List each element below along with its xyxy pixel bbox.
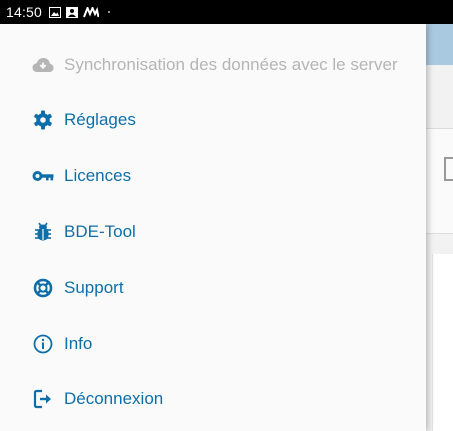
logout-icon (32, 388, 54, 410)
menu-item-label: BDE-Tool (64, 222, 136, 241)
dot-icon (108, 11, 111, 13)
lifebuoy-icon (32, 277, 54, 299)
menu-item-label: Déconnexion (64, 389, 164, 408)
menu-item-label: Réglages (64, 110, 136, 129)
key-icon (32, 165, 54, 187)
app-logo-icon (83, 6, 100, 18)
menu-item-bde-tool[interactable]: BDE-Tool (0, 208, 426, 256)
gear-icon (32, 109, 54, 131)
menu-item-label: Licences (64, 166, 132, 185)
menu-item-label: Info (64, 334, 93, 353)
menu-item-support[interactable]: Support (0, 264, 426, 312)
menu-item-label: Synchronisation des données avec le serv… (64, 55, 398, 74)
menu-item-sync[interactable]: Synchronisation des données avec le serv… (0, 41, 426, 89)
status-bar: 14:50 (0, 0, 453, 24)
content-card (432, 254, 453, 431)
status-time: 14:50 (6, 4, 43, 20)
bug-icon (32, 221, 54, 243)
panel-icon[interactable] (444, 157, 453, 181)
menu-item-logout[interactable]: Déconnexion (0, 375, 426, 423)
menu-item-settings[interactable]: Réglages (0, 96, 426, 144)
info-icon (32, 333, 54, 355)
menu-item-licences[interactable]: Licences (0, 152, 426, 200)
menu-item-info[interactable]: Info (0, 320, 426, 368)
photo-icon (66, 6, 79, 18)
image-icon (49, 6, 62, 18)
cloud-download-icon (32, 54, 54, 76)
navigation-drawer: Synchronisation des données avec le serv… (0, 24, 426, 431)
menu-item-label: Support (64, 278, 124, 297)
